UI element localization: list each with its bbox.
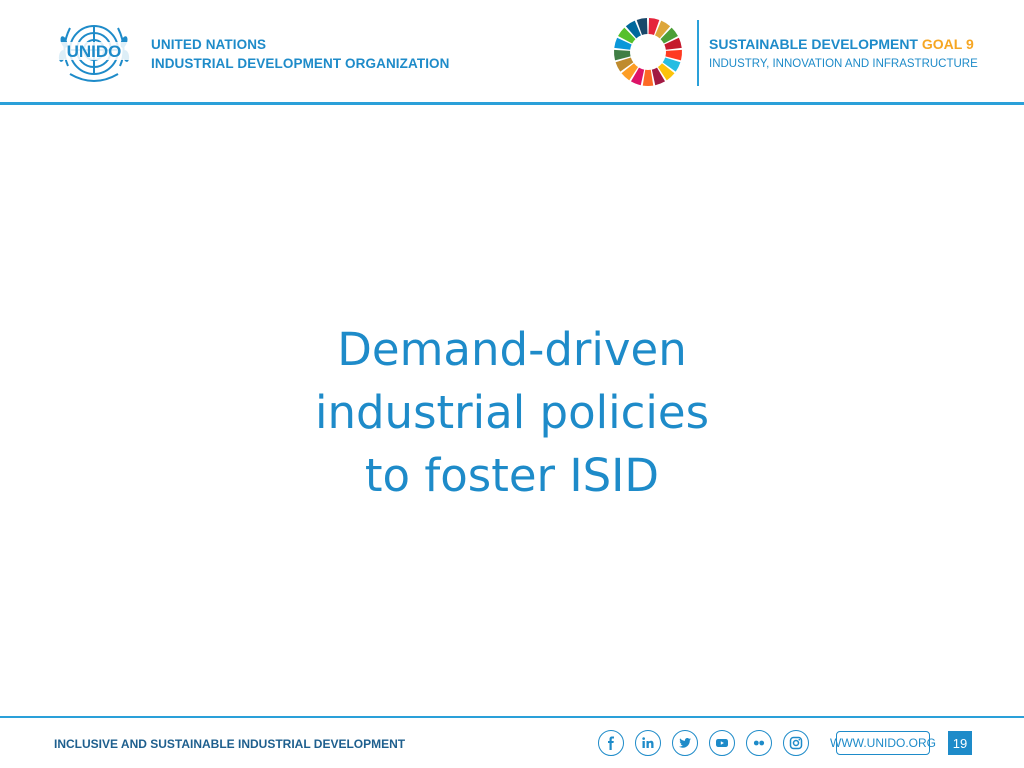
youtube-icon[interactable] [709,730,735,756]
flickr-icon[interactable] [746,730,772,756]
linkedin-icon[interactable] [635,730,661,756]
sdg-wheel-segment [642,69,654,87]
twitter-icon[interactable] [672,730,698,756]
org-line-2: INDUSTRIAL DEVELOPMENT ORGANIZATION [151,56,450,71]
footer-rule [0,716,1024,718]
unido-logo-text: UNIDO [67,42,122,61]
unido-logo: UNIDO [56,25,132,82]
sdg-title-text: SUSTAINABLE DEVELOPMENT [709,36,918,52]
slide-title-line-3: to foster ISID [364,449,660,502]
page-number: 19 [948,731,972,755]
facebook-icon[interactable] [598,730,624,756]
sdg-label: SUSTAINABLE DEVELOPMENT GOAL 9 INDUSTRY,… [709,35,978,72]
slide-title-line-2: industrial policies [314,386,710,439]
slide-title-line-1: Demand-driven [337,323,687,376]
sdg-goal-number: GOAL 9 [921,36,974,52]
instagram-icon[interactable] [783,730,809,756]
website-link[interactable]: WWW.UNIDO.ORG [830,731,936,755]
header-divider [697,20,699,86]
footer-tagline: INCLUSIVE AND SUSTAINABLE INDUSTRIAL DEV… [54,737,406,751]
org-line-1: UNITED NATIONS [151,37,267,52]
header-rule [0,102,1024,105]
sdg-wheel-icon [614,18,682,87]
header: UNIDO UNITED NATIONS INDUSTRIAL DEVELOPM… [0,0,1024,104]
organization-name: UNITED NATIONS INDUSTRIAL DEVELOPMENT OR… [151,35,450,73]
sdg-title: SUSTAINABLE DEVELOPMENT GOAL 9 [709,35,978,53]
social-links [598,730,809,758]
sdg-subtitle: INDUSTRY, INNOVATION AND INFRASTRUCTURE [709,58,978,70]
slide-title: Demand-driven industrial policies to fos… [212,318,812,507]
